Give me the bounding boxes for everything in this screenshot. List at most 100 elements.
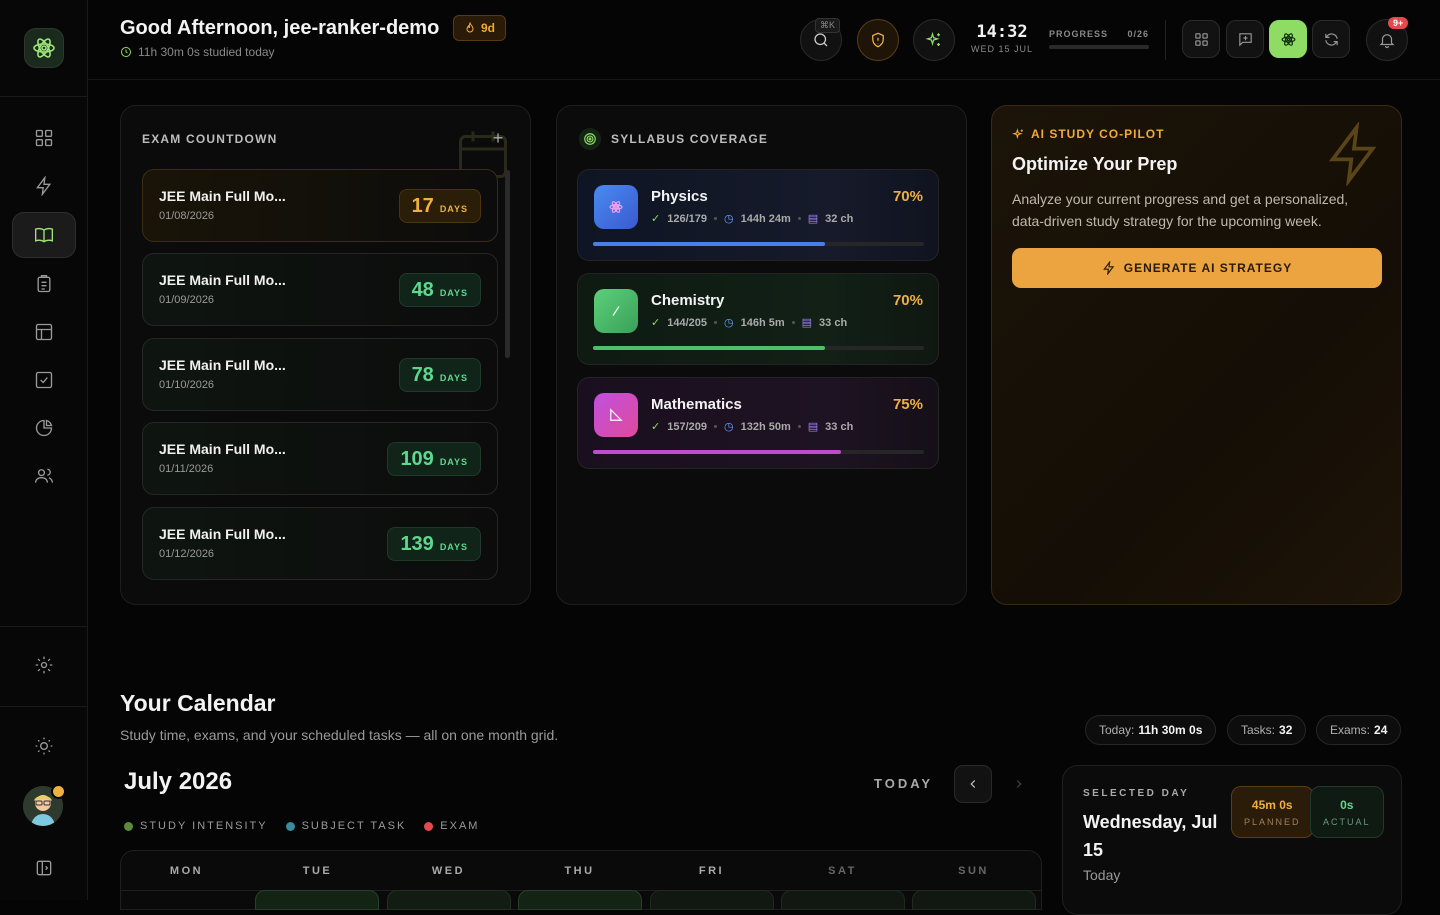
stat-exams-label: Exams:	[1330, 723, 1371, 737]
subject-progress-bar	[593, 450, 924, 454]
actual-value: 0s	[1340, 797, 1354, 812]
weekday-wed: WED	[431, 865, 466, 877]
exam-item[interactable]: JEE Main Full Mo... 01/09/2026 48 DAYS	[142, 253, 498, 326]
nav-checklist[interactable]	[22, 358, 66, 402]
nav-syllabus[interactable]	[12, 212, 76, 258]
subject-card-mathematics[interactable]: Mathematics 75% ✓ 157/209 ◷ 132h 50m ▤ 33 ch	[577, 377, 939, 469]
calendar-day-cell[interactable]	[650, 890, 774, 910]
calendar-day-cell[interactable]	[387, 890, 511, 910]
exam-date: 01/11/2026	[159, 463, 214, 475]
weekday-mon: MON	[169, 865, 204, 877]
widgets-button[interactable]	[1182, 20, 1220, 58]
nav-settings[interactable]	[22, 643, 66, 687]
ai-tag: AI STUDY CO-PILOT	[1012, 127, 1164, 141]
chemistry-flask-icon	[594, 289, 638, 333]
nav-focus[interactable]	[22, 164, 66, 208]
legend-study-intensity: STUDY INTENSITY	[124, 820, 268, 832]
subject-percent: 70%	[892, 188, 923, 205]
document-icon: ▤	[807, 421, 819, 433]
atom-icon	[1281, 32, 1295, 46]
nav-tasks[interactable]	[22, 262, 66, 306]
exam-date: 01/12/2026	[159, 548, 215, 560]
subject-card-physics[interactable]: Physics 70% ✓ 126/179 ◷ 144h 24m ▤ 32 ch	[577, 169, 939, 261]
subject-chapters: 33 ch	[819, 316, 848, 329]
grid-icon	[35, 129, 53, 147]
calendar-day-cell[interactable]	[518, 890, 642, 910]
calendar-day-cell[interactable]	[912, 890, 1036, 910]
check-icon: ✓	[651, 317, 661, 329]
weekday-sat: SAT	[828, 865, 857, 877]
theme-toggle[interactable]	[22, 724, 66, 768]
exam-item[interactable]: JEE Main Full Mo... 01/08/2026 17 DAYS	[142, 169, 498, 242]
calendar-today-button[interactable]: TODAY	[874, 776, 933, 791]
ai-heading: Optimize Your Prep	[1012, 154, 1178, 174]
clock-icon	[121, 47, 131, 57]
subject-percent: 75%	[892, 396, 923, 413]
sidebar	[0, 0, 88, 900]
syllabus-coverage-card: SYLLABUS COVERAGE Physics 70% ✓ 126/179 ◷ 1…	[556, 105, 967, 605]
search-shortcut: ⌘K	[815, 18, 841, 33]
sparkles-icon	[1012, 127, 1023, 139]
subject-chapters: 33 ch	[825, 420, 854, 433]
exam-item[interactable]: JEE Main Full Mo... 01/12/2026 139 DAYS	[142, 507, 498, 580]
search-icon	[814, 33, 828, 47]
days-badge: 48 DAYS	[398, 273, 481, 307]
days-unit: DAYS	[439, 204, 468, 214]
pie-chart-icon	[35, 419, 53, 437]
weekday-thu: THU	[564, 865, 595, 877]
notification-count: 9+	[1388, 17, 1409, 29]
subject-name: Mathematics	[651, 396, 742, 413]
weekday-fri: FRI	[698, 865, 725, 877]
subject-chapters: 32 ch	[825, 212, 854, 225]
daily-progress: PROGRESS 0/26	[1049, 29, 1149, 49]
calendar-legend: STUDY INTENSITY SUBJECT TASK EXAM	[124, 820, 479, 832]
nav-analytics[interactable]	[22, 406, 66, 450]
exam-item[interactable]: JEE Main Full Mo... 01/10/2026 78 DAYS	[142, 338, 498, 411]
generate-strategy-button[interactable]: GENERATE AI STRATEGY	[1012, 248, 1382, 288]
calendar-day-cell[interactable]	[781, 890, 905, 910]
subject-progress-bar	[593, 346, 924, 350]
days-badge: 109 DAYS	[387, 442, 481, 476]
days-value: 139	[400, 532, 434, 555]
actual-label: ACTUAL	[1323, 816, 1371, 827]
sync-button[interactable]	[1312, 20, 1350, 58]
nav-community[interactable]	[22, 454, 66, 498]
exam-countdown-title: EXAM COUNTDOWN	[142, 132, 278, 146]
exam-scrollbar[interactable]	[505, 170, 510, 358]
streak-value: 9d	[481, 21, 496, 35]
sparkles-button[interactable]	[913, 19, 955, 61]
nav-dashboard[interactable]	[22, 116, 66, 160]
sidebar-collapse-icon	[36, 860, 52, 876]
days-badge: 17 DAYS	[398, 189, 481, 223]
gear-icon	[35, 656, 53, 674]
atom-mode-button[interactable]	[1269, 20, 1307, 58]
target-icon	[579, 128, 601, 150]
check-square-icon	[35, 371, 53, 389]
users-icon	[35, 468, 53, 483]
physics-atom-icon	[594, 185, 638, 229]
next-month-button[interactable]	[1000, 765, 1038, 803]
stat-tasks: Tasks: 32	[1227, 715, 1307, 745]
prev-month-button[interactable]	[954, 765, 992, 803]
subject-card-chemistry[interactable]: Chemistry 70% ✓ 144/205 ◷ 146h 5m ▤ 33 ch	[577, 273, 939, 365]
add-exam-button[interactable]: +	[489, 129, 507, 148]
calendar-title: Your Calendar	[120, 690, 276, 716]
calendar-month: July 2026	[124, 768, 233, 795]
progress-bar	[1049, 45, 1149, 49]
chat-button[interactable]	[1226, 20, 1264, 58]
planned-value: 45m 0s	[1251, 797, 1293, 812]
selected-day-panel: SELECTED DAY Wednesday, Jul 15 Today 45m…	[1062, 765, 1402, 915]
streak-badge[interactable]: 9d	[453, 15, 507, 41]
collapse-sidebar-button[interactable]	[22, 846, 66, 890]
days-unit: DAYS	[439, 288, 468, 298]
nav-planner[interactable]	[22, 310, 66, 354]
exam-date: 01/08/2026	[159, 210, 215, 222]
shield-icon	[872, 32, 884, 48]
app-logo[interactable]	[24, 28, 64, 68]
calendar-day-cell[interactable]	[255, 890, 379, 910]
atom-icon	[33, 38, 55, 58]
layout-icon	[35, 323, 53, 341]
shield-button[interactable]	[857, 19, 899, 61]
clock-time: 14:32	[976, 22, 1028, 42]
exam-item[interactable]: JEE Main Full Mo... 01/11/2026 109 DAYS	[142, 422, 498, 495]
